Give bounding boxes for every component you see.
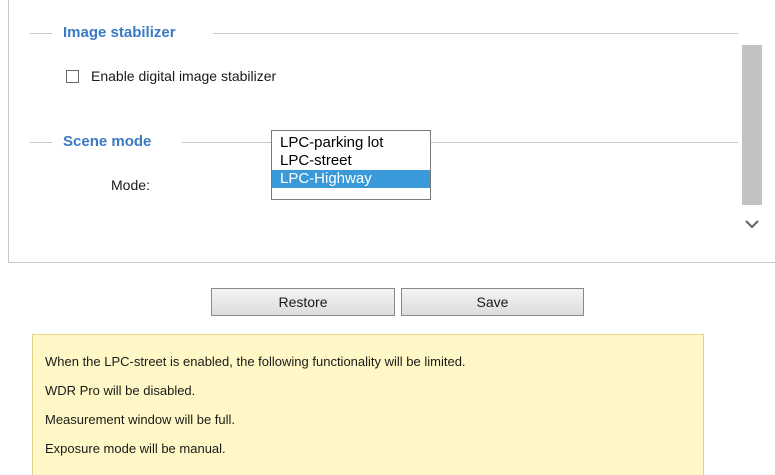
scene-mode-option-highway[interactable]: LPC-Highway: [272, 170, 430, 188]
save-button[interactable]: Save: [401, 288, 584, 316]
mode-label: Mode:: [111, 177, 150, 193]
scene-mode-divider-right-a: [182, 142, 271, 143]
scene-mode-title: Scene mode: [63, 133, 152, 150]
scene-mode-divider-right-b: [431, 142, 738, 143]
image-stabilizer-divider-right: [213, 33, 738, 34]
scrollbar[interactable]: [736, 10, 767, 250]
digital-image-stabilizer-checkbox[interactable]: [66, 70, 79, 83]
digital-image-stabilizer-label[interactable]: Enable digital image stabilizer: [91, 67, 276, 85]
scene-mode-listbox[interactable]: LPC-parking lot LPC-street LPC-Highway: [271, 130, 431, 200]
lpc-notice-box: When the LPC-street is enabled, the foll…: [32, 334, 704, 475]
notice-line: WDR Pro will be disabled.: [45, 383, 196, 398]
restore-button[interactable]: Restore: [211, 288, 395, 316]
notice-line: Measurement window will be full.: [45, 412, 236, 427]
scene-mode-divider-left: [30, 142, 52, 143]
notice-line: Exposure mode will be manual.: [45, 441, 226, 456]
chevron-down-icon[interactable]: [743, 215, 761, 233]
scrollbar-thumb[interactable]: [742, 45, 762, 205]
notice-line: When the LPC-street is enabled, the foll…: [45, 354, 466, 369]
scene-mode-option-street[interactable]: LPC-street: [272, 152, 430, 170]
image-stabilizer-title: Image stabilizer: [63, 24, 176, 41]
scene-mode-option-parking-lot[interactable]: LPC-parking lot: [272, 134, 430, 152]
image-stabilizer-divider-left: [30, 33, 52, 34]
